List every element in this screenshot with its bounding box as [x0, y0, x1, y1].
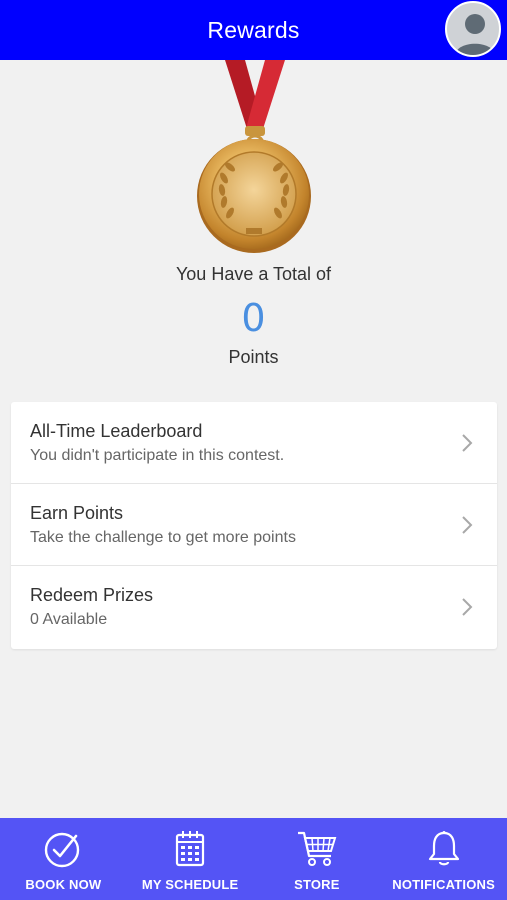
- page-title: Rewards: [207, 16, 300, 43]
- leaderboard-row[interactable]: All-Time Leaderboard You didn't particip…: [11, 402, 497, 484]
- row-title: Redeem Prizes: [30, 585, 154, 605]
- tab-label: STORE: [294, 877, 340, 892]
- chevron-right-icon: [462, 598, 473, 616]
- row-title: All-Time Leaderboard: [30, 421, 203, 441]
- app-header: Rewards: [0, 0, 507, 60]
- check-circle-icon: [45, 832, 80, 868]
- user-icon: [455, 14, 495, 55]
- points-value: 0: [241, 296, 266, 340]
- tab-label: BOOK NOW: [25, 877, 102, 892]
- earn-points-row[interactable]: Earn Points Take the challenge to get mo…: [11, 484, 497, 566]
- tab-notifications[interactable]: NOTIFICATIONS: [380, 818, 507, 900]
- bell-icon: [428, 831, 459, 866]
- chevron-right-icon: [462, 434, 473, 452]
- row-subtitle: You didn't participate in this contest.: [30, 447, 285, 464]
- chevron-right-icon: [462, 516, 473, 534]
- tab-book-now[interactable]: BOOK NOW: [0, 818, 127, 900]
- medal-image: [190, 60, 320, 260]
- rewards-menu: All-Time Leaderboard You didn't particip…: [11, 402, 497, 649]
- total-label: You Have a Total of: [175, 264, 332, 284]
- cart-icon: [297, 831, 337, 866]
- bottom-tab-bar: BOOK NOW MY SCHEDULE STORE NOTIFICATIONS: [0, 818, 507, 900]
- tab-store[interactable]: STORE: [254, 818, 381, 900]
- tab-label: MY SCHEDULE: [141, 877, 239, 892]
- row-subtitle: 0 Available: [30, 611, 108, 628]
- tab-label: NOTIFICATIONS: [392, 877, 495, 892]
- avatar[interactable]: [445, 1, 501, 57]
- redeem-prizes-row[interactable]: Redeem Prizes 0 Available: [11, 566, 497, 648]
- calendar-icon: [176, 831, 205, 867]
- row-subtitle: Take the challenge to get more points: [30, 529, 296, 546]
- row-title: Earn Points: [30, 503, 124, 523]
- points-label: Points: [228, 347, 279, 367]
- tab-my-schedule[interactable]: MY SCHEDULE: [127, 818, 254, 900]
